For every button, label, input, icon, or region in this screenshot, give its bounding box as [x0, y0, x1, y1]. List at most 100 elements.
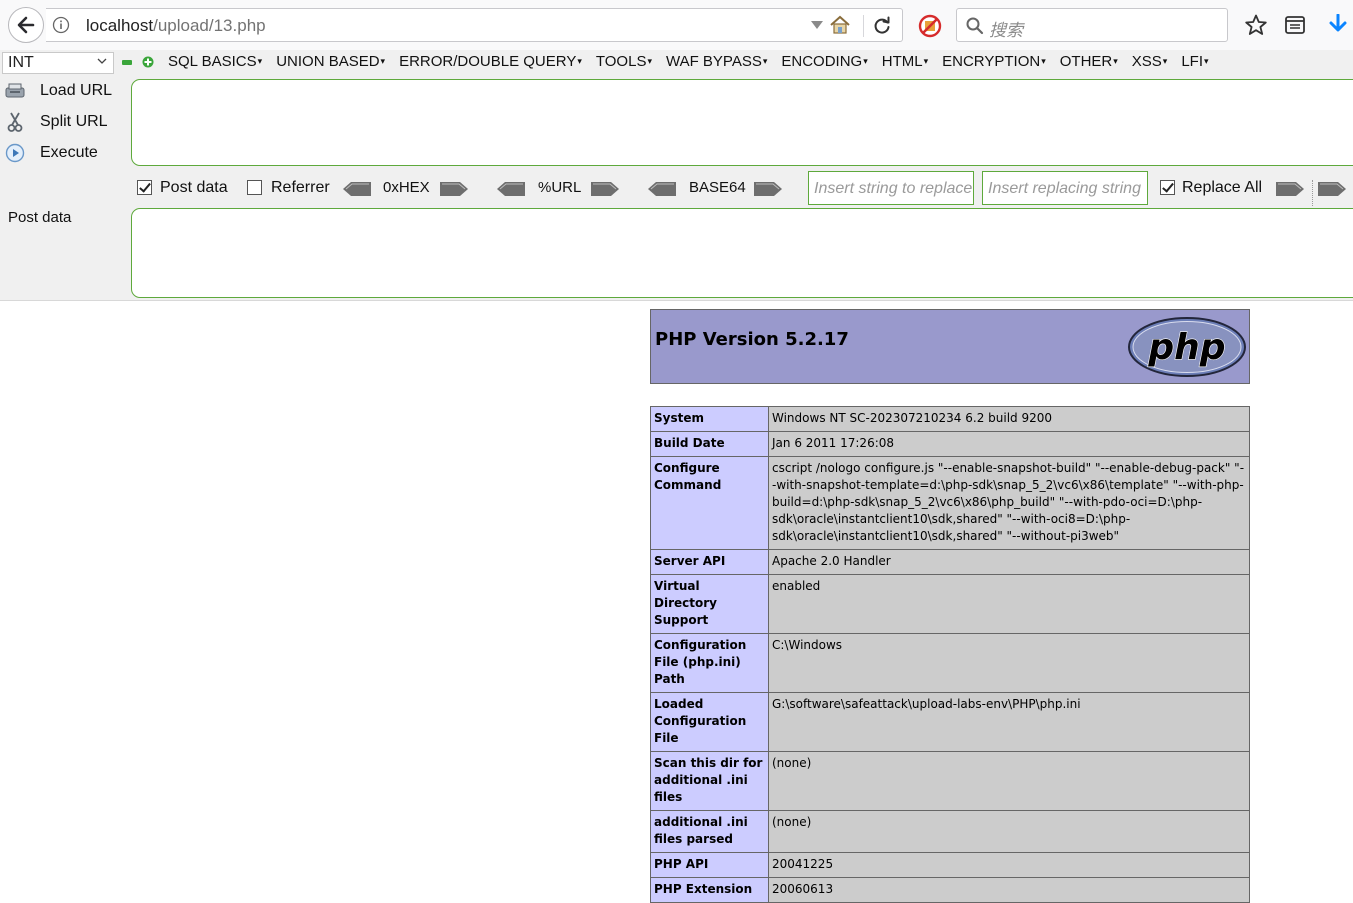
menu-waf-bypass[interactable]: WAF BYPASS [666, 53, 767, 70]
table-row: Virtual Directory Support enabled [650, 574, 1250, 634]
menu-xss[interactable]: XSS [1132, 53, 1168, 70]
row-key: Configuration File (php.ini) Path [650, 633, 769, 693]
row-key: System [650, 406, 769, 432]
row-value: G:\software\safeattack\upload-labs-env\P… [768, 692, 1250, 752]
row-value: enabled [768, 574, 1250, 634]
row-value: (none) [768, 751, 1250, 811]
execute-button[interactable]: Execute [4, 141, 98, 165]
php-logo-icon[interactable]: php [1127, 316, 1247, 378]
row-key: Scan this dir for additional .ini files [650, 751, 769, 811]
url-decode-arrow-icon[interactable] [497, 181, 525, 197]
row-key: PHP Extension [650, 877, 769, 903]
menu-encoding[interactable]: ENCODING [781, 53, 867, 70]
post-data-checkbox-label: Post data [160, 179, 228, 196]
hackbar-panel: INT SQL BASICS UNION BASED ERROR/DOUBLE … [0, 50, 1353, 301]
php-logo-text: php [1147, 327, 1225, 368]
search-icon [966, 17, 984, 35]
scissors-icon [4, 112, 26, 132]
menu-sql-basics[interactable]: SQL BASICS [168, 53, 262, 70]
menu-other[interactable]: OTHER [1060, 53, 1118, 70]
browser-navbar: localhost/upload/13.php 搜索 [0, 0, 1353, 50]
row-value: Windows NT SC-202307210234 6.2 build 920… [768, 406, 1250, 432]
base64-encode-arrow-icon[interactable] [754, 181, 782, 197]
url-host: localhost [86, 16, 154, 35]
urlbar-separator [863, 15, 864, 37]
replacing-string-input[interactable]: Insert replacing string [982, 171, 1148, 205]
post-data-checkbox[interactable] [137, 180, 152, 195]
load-url-button[interactable]: Load URL [4, 79, 112, 103]
menu-encryption[interactable]: ENCRYPTION [942, 53, 1046, 70]
row-value: (none) [768, 810, 1250, 853]
site-info-icon[interactable] [52, 16, 70, 34]
url-bar[interactable]: localhost/upload/13.php [46, 8, 903, 42]
chevron-down-icon [97, 58, 107, 64]
post-data-label: Post data [8, 209, 72, 226]
table-row: PHP Extension 20060613 [650, 877, 1250, 903]
url-textarea[interactable] [131, 79, 1353, 166]
type-select-value: INT [8, 54, 34, 71]
menu-error-double-query[interactable]: ERROR/DOUBLE QUERY [399, 53, 582, 70]
php-version-title: PHP Version 5.2.17 [655, 329, 849, 350]
row-key: Loaded Configuration File [650, 692, 769, 752]
row-value: 20041225 [768, 852, 1250, 878]
row-value: Apache 2.0 Handler [768, 549, 1250, 575]
row-key: additional .ini files parsed [650, 810, 769, 853]
download-icon[interactable] [1328, 14, 1348, 36]
hex-encode-arrow-icon[interactable] [440, 181, 468, 197]
history-dropdown-icon[interactable] [810, 20, 824, 30]
back-arrow-icon [17, 16, 35, 34]
url-text[interactable]: localhost/upload/13.php [86, 16, 266, 36]
search-bar[interactable]: 搜索 [956, 8, 1228, 42]
reading-list-icon[interactable] [1284, 14, 1306, 36]
replace-right-arrow-icon[interactable] [1276, 181, 1304, 197]
row-value: 20060613 [768, 877, 1250, 903]
search-placeholder: 搜索 [989, 21, 1023, 41]
row-key: Configure Command [650, 456, 769, 550]
row-key: PHP API [650, 852, 769, 878]
table-row: Build Date Jan 6 2011 17:26:08 [650, 431, 1250, 457]
table-row: Configuration File (php.ini) Path C:\Win… [650, 633, 1250, 693]
row-value: cscript /nologo configure.js "--enable-s… [768, 456, 1250, 550]
row-value: Jan 6 2011 17:26:08 [768, 431, 1250, 457]
base64-label: BASE64 [689, 179, 746, 196]
hex-label: 0xHEX [383, 179, 430, 196]
row-value: C:\Windows [768, 633, 1250, 693]
reload-icon[interactable] [872, 16, 892, 36]
base64-decode-arrow-icon[interactable] [648, 181, 676, 197]
row-key: Server API [650, 549, 769, 575]
menu-union-based[interactable]: UNION BASED [276, 53, 385, 70]
row-key: Build Date [650, 431, 769, 457]
bookmark-star-icon[interactable] [1244, 13, 1268, 37]
row-key: Virtual Directory Support [650, 574, 769, 634]
replace-all-checkbox[interactable] [1160, 180, 1175, 195]
table-row: additional .ini files parsed (none) [650, 810, 1250, 853]
hex-decode-arrow-icon[interactable] [343, 181, 371, 197]
back-button[interactable] [8, 7, 44, 43]
load-url-label: Load URL [40, 82, 113, 99]
decrease-icon[interactable] [122, 60, 132, 65]
increase-icon[interactable] [142, 56, 154, 68]
table-row: System Windows NT SC-202307210234 6.2 bu… [650, 406, 1250, 432]
table-row: Loaded Configuration File G:\software\sa… [650, 692, 1250, 752]
menu-html[interactable]: HTML [882, 53, 928, 70]
options-divider [1312, 180, 1313, 206]
phpinfo-header: PHP Version 5.2.17 php [650, 309, 1250, 384]
home-icon[interactable] [828, 14, 852, 36]
url-encode-arrow-icon[interactable] [591, 181, 619, 197]
urlenc-label: %URL [538, 179, 582, 196]
menu-tools[interactable]: TOOLS [596, 53, 652, 70]
split-url-label: Split URL [40, 113, 108, 130]
noscript-icon[interactable] [918, 14, 942, 38]
replace-next-arrow-icon[interactable] [1318, 181, 1346, 197]
table-row: Configure Command cscript /nologo config… [650, 456, 1250, 550]
type-select[interactable]: INT [2, 52, 114, 74]
play-icon [4, 143, 26, 163]
split-url-button[interactable]: Split URL [4, 110, 108, 134]
referrer-checkbox[interactable] [247, 180, 262, 195]
post-data-textarea[interactable] [131, 208, 1353, 298]
menu-lfi[interactable]: LFI [1181, 53, 1208, 70]
url-path: /upload/13.php [153, 16, 266, 35]
replace-string-input[interactable]: Insert string to replace [808, 171, 974, 205]
replace-all-label: Replace All [1182, 179, 1263, 196]
table-row: PHP API 20041225 [650, 852, 1250, 878]
